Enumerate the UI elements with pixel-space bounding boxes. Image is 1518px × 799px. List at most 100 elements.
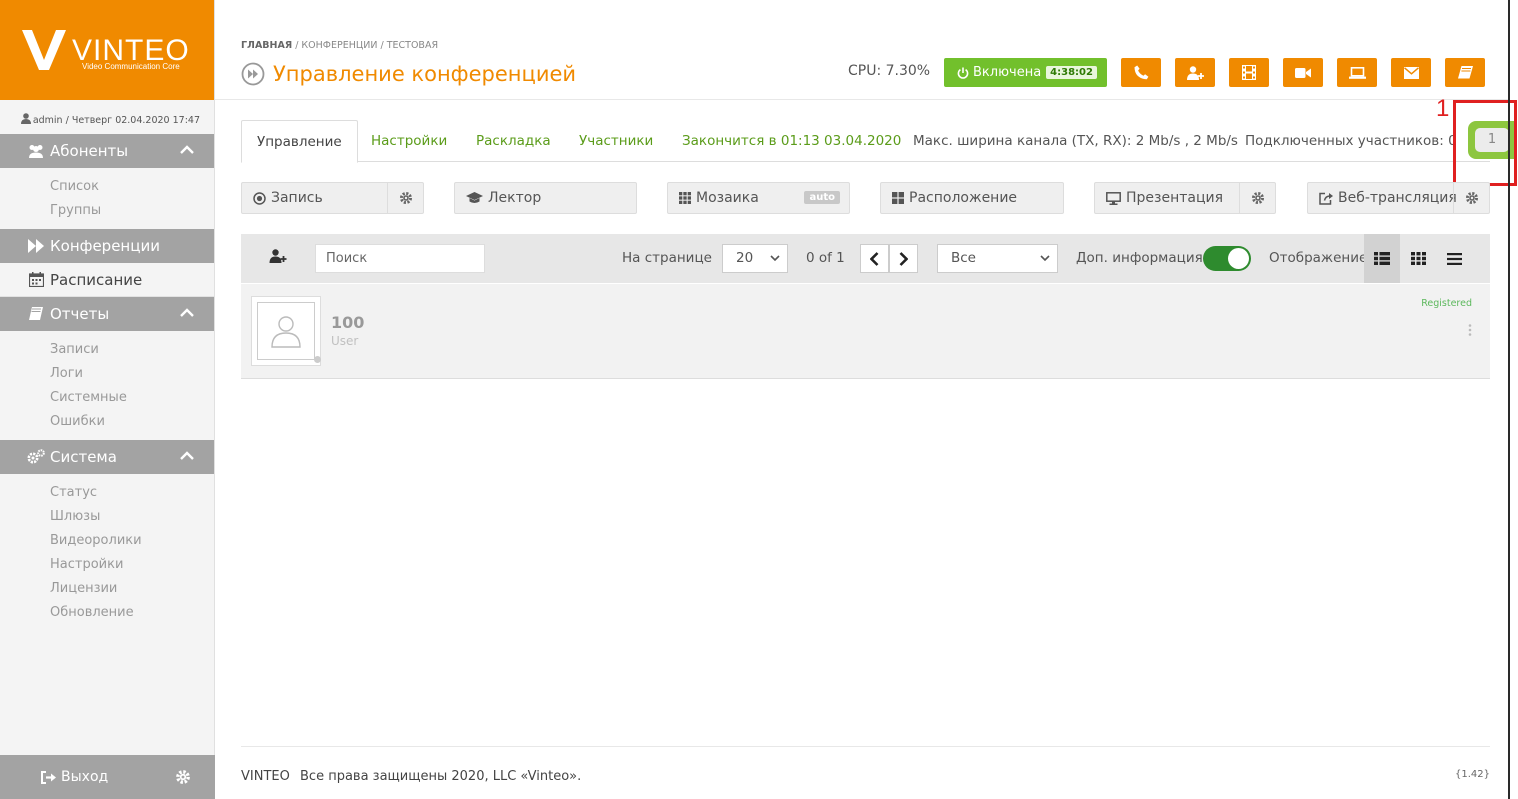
sidebar-section-label: Конференции: [50, 237, 160, 255]
sidebar-section-subscribers[interactable]: Абоненты: [0, 134, 214, 168]
film-icon: [1242, 65, 1256, 80]
mosaic-label: Мозаика: [696, 190, 759, 206]
conference-tabs: Управление Настройки Раскладка Участники…: [241, 120, 1490, 163]
window-edge: [1508, 0, 1510, 799]
sidebar-item-videos[interactable]: Видеоролики: [0, 529, 214, 553]
mosaic-button[interactable]: Мозаика auto: [667, 182, 850, 214]
page-title: Управление конференцией: [273, 62, 577, 86]
sidebar-item-update[interactable]: Обновление: [0, 601, 214, 625]
prev-page-button[interactable]: [860, 244, 889, 273]
tab-settings[interactable]: Настройки: [371, 120, 447, 162]
subscribers-submenu: Список Группы: [0, 168, 214, 229]
forward-circle-icon: [241, 62, 265, 86]
breadcrumb-home[interactable]: ГЛАВНАЯ: [241, 40, 292, 51]
call-button[interactable]: [1121, 58, 1161, 87]
webcast-button[interactable]: Веб-трансляция: [1307, 182, 1490, 214]
participant-menu-button[interactable]: [1468, 324, 1472, 340]
list-detailed-icon: [1374, 252, 1390, 265]
gear-icon: [1251, 191, 1264, 205]
tab-participants[interactable]: Участники: [579, 120, 653, 162]
presence-dot: [314, 356, 321, 363]
arrangement-label: Расположение: [909, 190, 1018, 206]
conference-status-button[interactable]: Включена 4:38:02: [944, 58, 1107, 87]
sign-out-icon: [41, 770, 56, 784]
logout-button[interactable]: Выход: [41, 769, 108, 785]
sidebar-section-conferences[interactable]: Конференции: [0, 229, 214, 263]
breadcrumb-conferences[interactable]: КОНФЕРЕНЦИИ: [301, 40, 377, 51]
sidebar-item-list[interactable]: Список: [0, 175, 214, 199]
display-label: Отображение: [1269, 250, 1368, 266]
sidebar-item-status[interactable]: Статус: [0, 481, 214, 505]
per-page-select[interactable]: 20: [722, 244, 788, 273]
add-participant-icon-button[interactable]: [269, 249, 287, 267]
webcast-label: Веб-трансляция: [1338, 190, 1457, 206]
chevron-right-icon: [899, 251, 908, 266]
search-input[interactable]: [315, 244, 485, 273]
record-button[interactable]: Запись: [241, 182, 424, 214]
sidebar-item-errors[interactable]: Ошибки: [0, 410, 214, 434]
breadcrumb-separator: /: [295, 40, 299, 51]
avatar: [251, 296, 321, 366]
cogs-icon: [27, 448, 45, 466]
footer-divider: [241, 746, 1490, 747]
layout-icon: [892, 192, 904, 204]
record-settings-button[interactable]: [387, 183, 423, 213]
envelope-icon: [1403, 66, 1419, 79]
cpu-usage: CPU: 7.30%: [848, 63, 931, 79]
sidebar-section-system[interactable]: Система: [0, 440, 214, 474]
brand-logo[interactable]: VINTEO Video Communication Core: [0, 0, 214, 100]
lecturer-button[interactable]: Лектор: [454, 182, 637, 214]
extra-info-toggle[interactable]: [1203, 246, 1251, 271]
webcast-settings-button[interactable]: [1453, 183, 1489, 213]
report-button[interactable]: [1445, 58, 1485, 87]
participant-card[interactable]: 100 User Registered: [241, 284, 1490, 379]
video-file-button[interactable]: [1229, 58, 1269, 87]
view-list-detailed-button[interactable]: [1364, 234, 1400, 283]
sidebar-item-records[interactable]: Записи: [0, 338, 214, 362]
conference-timer: 4:38:02: [1046, 66, 1097, 79]
next-page-button[interactable]: [889, 244, 918, 273]
participant-number: 100: [331, 313, 365, 332]
tab-layout[interactable]: Раскладка: [476, 120, 551, 162]
sidebar-item-system-logs[interactable]: Системные: [0, 386, 214, 410]
brand-subtitle: Video Communication Core: [82, 62, 180, 71]
user-date-text: admin / Четверг 02.04.2020 17:47: [32, 115, 200, 126]
sidebar-item-gateways[interactable]: Шлюзы: [0, 505, 214, 529]
gear-icon[interactable]: [175, 769, 191, 785]
presentation-label: Презентация: [1126, 190, 1224, 206]
extra-info-label: Доп. информация: [1076, 250, 1203, 266]
sidebar-item-licenses[interactable]: Лицензии: [0, 577, 214, 601]
sidebar-section-reports[interactable]: Отчеты: [0, 297, 214, 331]
sidebar-section-schedule[interactable]: Расписание: [0, 263, 214, 297]
sidebar-item-settings[interactable]: Настройки: [0, 553, 214, 577]
view-list-button[interactable]: [1436, 234, 1472, 283]
filter-select[interactable]: Все: [937, 244, 1058, 273]
fast-forward-icon: [27, 237, 45, 255]
screen-share-button[interactable]: [1337, 58, 1377, 87]
presentation-settings-button[interactable]: [1239, 183, 1275, 213]
arrangement-button[interactable]: Расположение: [880, 182, 1064, 214]
send-invitation-button[interactable]: [1391, 58, 1431, 87]
sidebar-section-label: Система: [50, 448, 117, 466]
phone-icon: [1134, 65, 1148, 80]
sidebar-item-logs[interactable]: Логи: [0, 362, 214, 386]
filter-value: Все: [951, 250, 976, 266]
book-icon: [1457, 65, 1473, 78]
gear-icon: [1465, 191, 1478, 205]
page-info: 0 of 1: [806, 250, 845, 266]
breadcrumb-current: ТЕСТОВАЯ: [386, 40, 439, 51]
view-grid-button[interactable]: [1400, 234, 1436, 283]
graduation-cap-icon: [466, 192, 483, 203]
tab-control[interactable]: Управление: [241, 120, 358, 163]
mosaic-auto-badge: auto: [804, 191, 840, 204]
sidebar-item-groups[interactable]: Группы: [0, 199, 214, 223]
video-camera-button[interactable]: [1283, 58, 1323, 87]
record-icon: [253, 191, 266, 205]
user-plus-icon: [269, 249, 287, 263]
add-participant-button[interactable]: [1175, 58, 1215, 87]
presentation-button[interactable]: Презентация: [1094, 182, 1276, 214]
reports-submenu: Записи Логи Системные Ошибки: [0, 331, 214, 440]
breadcrumb: ГЛАВНАЯ / КОНФЕРЕНЦИИ / ТЕСТОВАЯ: [241, 40, 438, 51]
user-plus-icon: [1186, 65, 1204, 80]
page-header: Управление конференцией: [241, 62, 576, 86]
